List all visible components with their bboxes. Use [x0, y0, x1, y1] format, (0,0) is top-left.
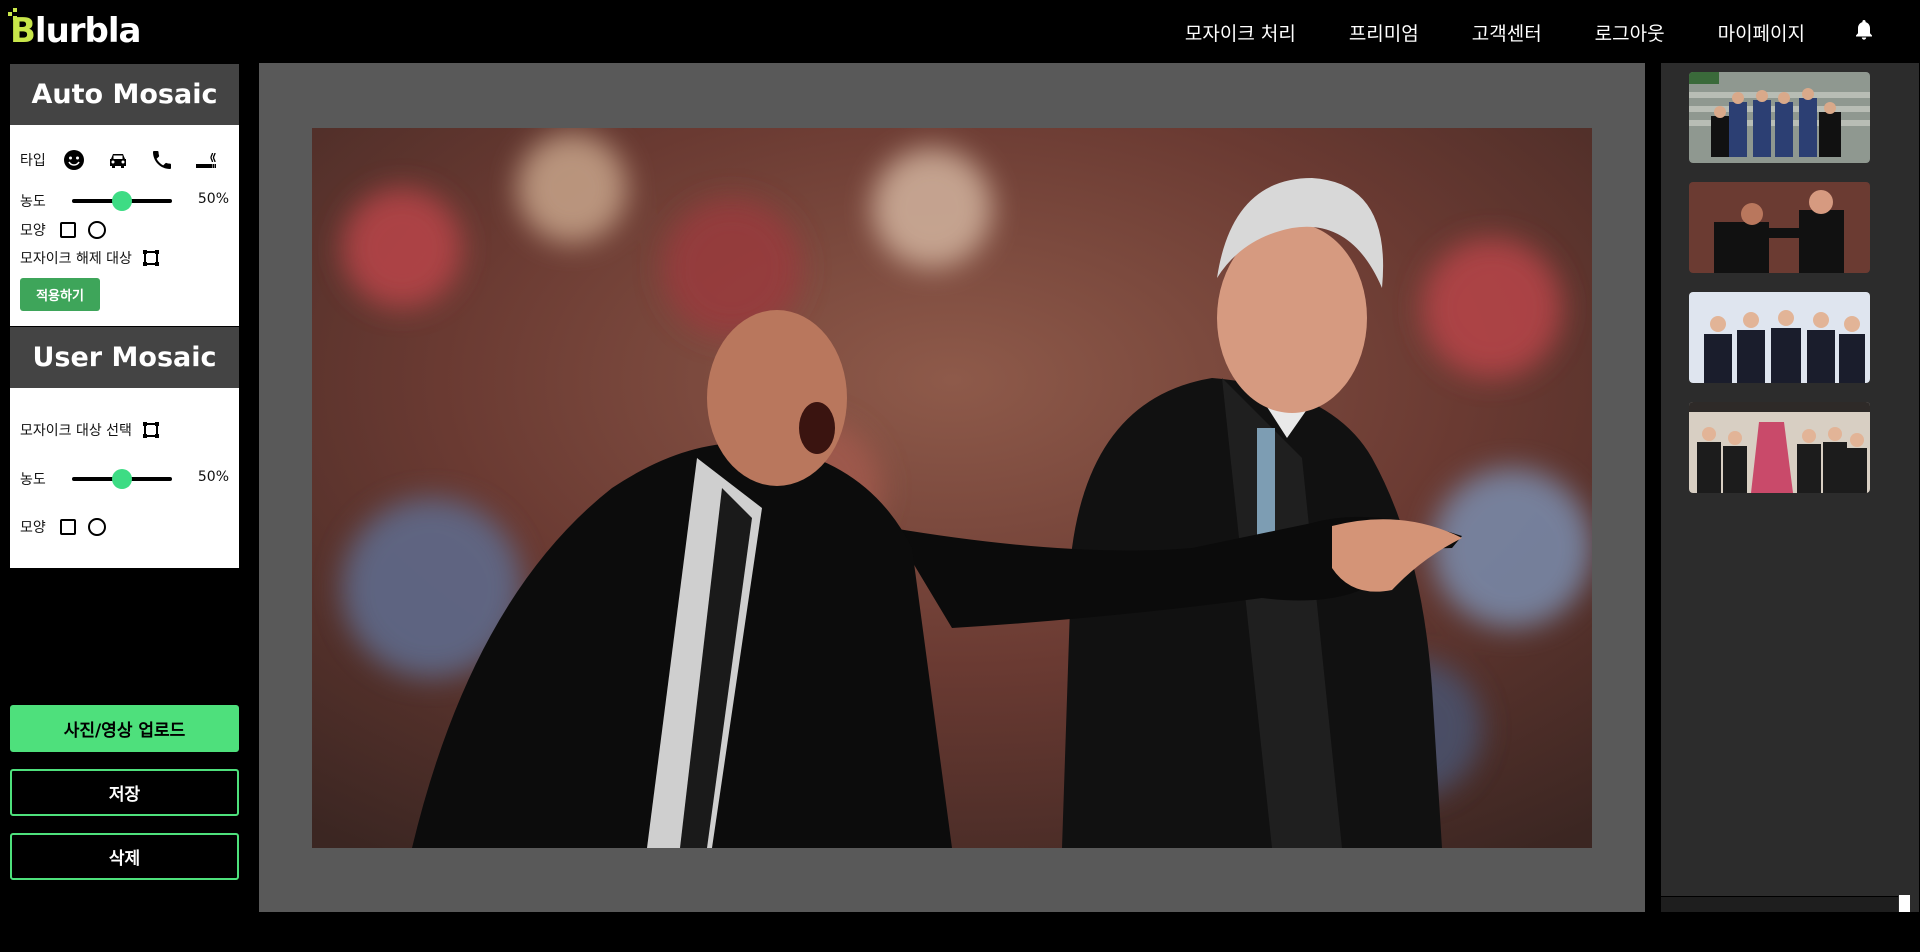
slider-thumb[interactable] — [112, 191, 132, 211]
exclude-row: 모자이크 해제 대상 — [20, 248, 160, 268]
cigarette-icon[interactable] — [194, 148, 218, 172]
face-icon[interactable] — [62, 148, 86, 172]
auto-density-slider[interactable] — [72, 191, 172, 211]
shape-label: 모양 — [20, 223, 46, 239]
vertical-scrollbar[interactable] — [1898, 63, 1919, 912]
thumbnail-group-suits-image — [1689, 292, 1870, 383]
thumbnail-list[interactable] — [1661, 63, 1898, 896]
logo[interactable]: Blurbla — [8, 8, 141, 52]
square-shape-checkbox[interactable] — [59, 519, 76, 535]
thumbnail-two-coaches-image — [1689, 182, 1870, 273]
photo-illustration — [312, 128, 1592, 848]
auto-mosaic-panel: Auto Mosaic 타입 농도 50% 모양 모자이크 해제 대상 적용하기 — [10, 64, 239, 326]
shape-label: 모양 — [20, 520, 46, 536]
thumbnail-group-stairs[interactable] — [1689, 72, 1870, 163]
target-label: 모자이크 대상 선택 — [20, 423, 132, 439]
auto-mosaic-title: Auto Mosaic — [10, 64, 239, 125]
apply-button[interactable]: 적용하기 — [20, 278, 100, 311]
user-mosaic-panel: User Mosaic 모자이크 대상 선택 농도 50% 모양 — [10, 327, 239, 568]
nav-mypage[interactable]: 마이페이지 — [1718, 19, 1805, 46]
density-label: 농도 — [20, 194, 46, 210]
thumbnail-group-suits[interactable] — [1689, 292, 1870, 383]
circle-shape-checkbox[interactable] — [87, 518, 106, 536]
logo-dots-icon — [8, 8, 22, 20]
type-label: 타입 — [20, 153, 46, 169]
exclude-label: 모자이크 해제 대상 — [20, 251, 132, 267]
horizontal-scrollbar[interactable] — [1661, 897, 1898, 912]
delete-button[interactable]: 삭제 — [10, 833, 239, 880]
type-row: 타입 — [20, 148, 218, 172]
select-area-icon[interactable] — [142, 421, 160, 439]
main-photo[interactable] — [312, 128, 1592, 848]
editor-canvas[interactable] — [259, 63, 1645, 912]
thumbnail-group-stairs-image — [1689, 72, 1870, 163]
shape-row: 모양 — [20, 220, 106, 240]
header: Blurbla 모자이크 처리 프리미엄 고객센터 로그아웃 마이페이지 — [0, 0, 1920, 62]
nav-logout[interactable]: 로그아웃 — [1595, 19, 1665, 46]
logo-text: Blurbla — [10, 11, 141, 51]
thumbnail-two-coaches[interactable] — [1689, 182, 1870, 273]
square-shape-checkbox[interactable] — [59, 222, 76, 238]
car-icon[interactable] — [106, 148, 130, 172]
upload-button[interactable]: 사진/영상 업로드 — [10, 705, 239, 752]
user-density-slider[interactable] — [72, 469, 172, 489]
nav-premium[interactable]: 프리미엄 — [1349, 19, 1419, 46]
circle-shape-checkbox[interactable] — [87, 221, 106, 239]
top-nav: 모자이크 처리 프리미엄 고객센터 로그아웃 마이페이지 — [1185, 18, 1920, 46]
scrollbar-thumb[interactable] — [1899, 895, 1910, 912]
save-button[interactable]: 저장 — [10, 769, 239, 816]
slider-thumb[interactable] — [112, 469, 132, 489]
density-row: 농도 — [20, 469, 52, 489]
user-density-value: 50% — [197, 469, 229, 485]
nav-mosaic[interactable]: 모자이크 처리 — [1185, 19, 1296, 46]
select-area-icon[interactable] — [142, 249, 160, 267]
target-row: 모자이크 대상 선택 — [20, 420, 160, 440]
bell-icon[interactable] — [1854, 19, 1874, 41]
density-label: 농도 — [20, 472, 46, 488]
user-mosaic-title: User Mosaic — [10, 327, 239, 388]
shape-row: 모양 — [20, 517, 106, 537]
thumbnail-group-event[interactable] — [1689, 402, 1870, 493]
thumbnail-group-event-image — [1689, 402, 1870, 493]
auto-density-value: 50% — [197, 191, 229, 207]
nav-support[interactable]: 고객센터 — [1472, 19, 1542, 46]
phone-icon[interactable] — [150, 148, 174, 172]
